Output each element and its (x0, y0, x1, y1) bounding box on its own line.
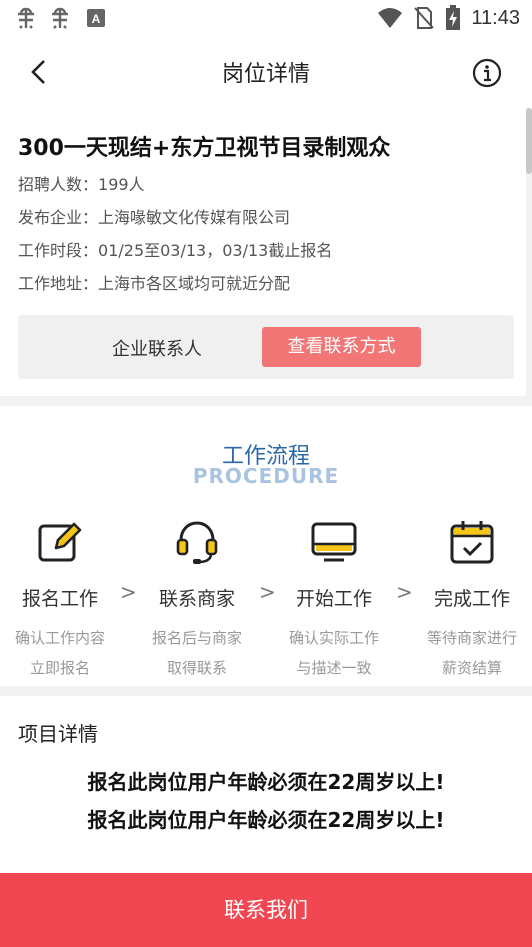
info-row-period: 工作时段：01/25至03/13，03/13截止报名 (18, 237, 332, 261)
scrollbar[interactable] (526, 108, 532, 174)
status-right-icons: 11:43 (377, 5, 520, 31)
step-apply: 报名工作 确认工作内容 立即报名 (0, 518, 120, 683)
view-contact-button[interactable]: 查看联系方式 (262, 327, 421, 367)
step-desc-line: 等待商家进行 (426, 629, 517, 647)
step-desc-line: 报名后与商家 (151, 629, 242, 647)
step-finish: 完成工作 等待商家进行 薪资结算 (412, 518, 532, 683)
step-desc: 报名后与商家 取得联系 (137, 623, 257, 683)
step-desc-line: 薪资结算 (441, 659, 502, 677)
step-desc-line: 取得联系 (166, 659, 227, 677)
chevron-right-icon: > (120, 580, 137, 604)
procedure-card: 工作流程 PROCEDURE 报名工作 确认工作内容 立即报名 > 联系商家 报… (0, 406, 532, 686)
contact-us-button[interactable]: 联系我们 (0, 873, 532, 947)
wifi-icon (378, 8, 403, 28)
status-left-icons: A (14, 6, 106, 30)
headset-icon (176, 521, 218, 564)
edit-icon (38, 522, 82, 562)
step-desc: 等待商家进行 薪资结算 (412, 623, 532, 683)
step-start: 开始工作 确认实际工作 与描述一致 (274, 518, 394, 683)
step-desc-line: 立即报名 (29, 659, 90, 677)
info-key: 招聘人数： (18, 175, 99, 194)
monitor-icon (311, 522, 357, 562)
step-desc: 确认实际工作 与描述一致 (274, 623, 394, 683)
svg-text:A: A (92, 12, 101, 26)
step-name: 联系商家 (158, 588, 235, 610)
status-bar: A 11:43 (0, 0, 532, 36)
no-sim-icon (414, 7, 435, 29)
job-title: 300一天现结+东方卫视节目录制观众 (18, 136, 391, 161)
info-row-address: 工作地址：上海市各区域均可就近分配 (18, 270, 290, 294)
battery-charging-icon (446, 5, 461, 30)
calendar-check-icon (450, 521, 494, 564)
bug-icon (18, 7, 34, 29)
info-value: 上海喙敏文化传媒有限公司 (98, 208, 291, 227)
step-name: 完成工作 (433, 588, 510, 610)
info-value: 上海市各区域均可就近分配 (98, 274, 291, 293)
job-card: 300一天现结+东方卫视节目录制观众 招聘人数：199人 发布企业：上海喙敏文化… (0, 108, 526, 396)
step-name: 报名工作 (21, 588, 98, 610)
contact-box: 企业联系人 查看联系方式 (18, 315, 514, 379)
chevron-right-icon: > (396, 580, 413, 604)
bug-icon (52, 7, 68, 29)
navbar: 岗位详情 (0, 36, 532, 108)
a-box-icon: A (87, 9, 105, 27)
step-desc-line: 确认工作内容 (14, 629, 105, 647)
info-key: 发布企业： (18, 208, 99, 227)
info-key: 工作时段： (18, 241, 99, 260)
step-desc-line: 与描述一致 (296, 659, 372, 677)
procedure-subtitle: PROCEDURE (192, 464, 340, 488)
step-desc: 确认工作内容 立即报名 (0, 623, 120, 683)
detail-heading: 项目详情 (18, 722, 98, 746)
step-desc-line: 确认实际工作 (288, 629, 379, 647)
step-name: 开始工作 (295, 588, 372, 610)
detail-card: 项目详情 报名此岗位用户年龄必须在22周岁以上! 报名此岗位用户年龄必须在22周… (0, 696, 532, 876)
status-time: 11:43 (471, 6, 520, 29)
info-value: 199人 (98, 175, 145, 194)
info-circle-icon[interactable] (472, 58, 502, 88)
contact-label: 企业联系人 (112, 339, 202, 360)
info-row-headcount: 招聘人数：199人 (18, 171, 145, 195)
info-key: 工作地址： (18, 274, 99, 293)
info-row-company: 发布企业：上海喙敏文化传媒有限公司 (18, 204, 290, 228)
detail-text-line: 报名此岗位用户年龄必须在22周岁以上! (87, 770, 445, 794)
info-value: 01/25至03/13，03/13截止报名 (98, 241, 333, 260)
detail-text-line: 报名此岗位用户年龄必须在22周岁以上! (87, 808, 445, 832)
step-contact: 联系商家 报名后与商家 取得联系 (137, 518, 257, 683)
page-title: 岗位详情 (221, 62, 310, 87)
